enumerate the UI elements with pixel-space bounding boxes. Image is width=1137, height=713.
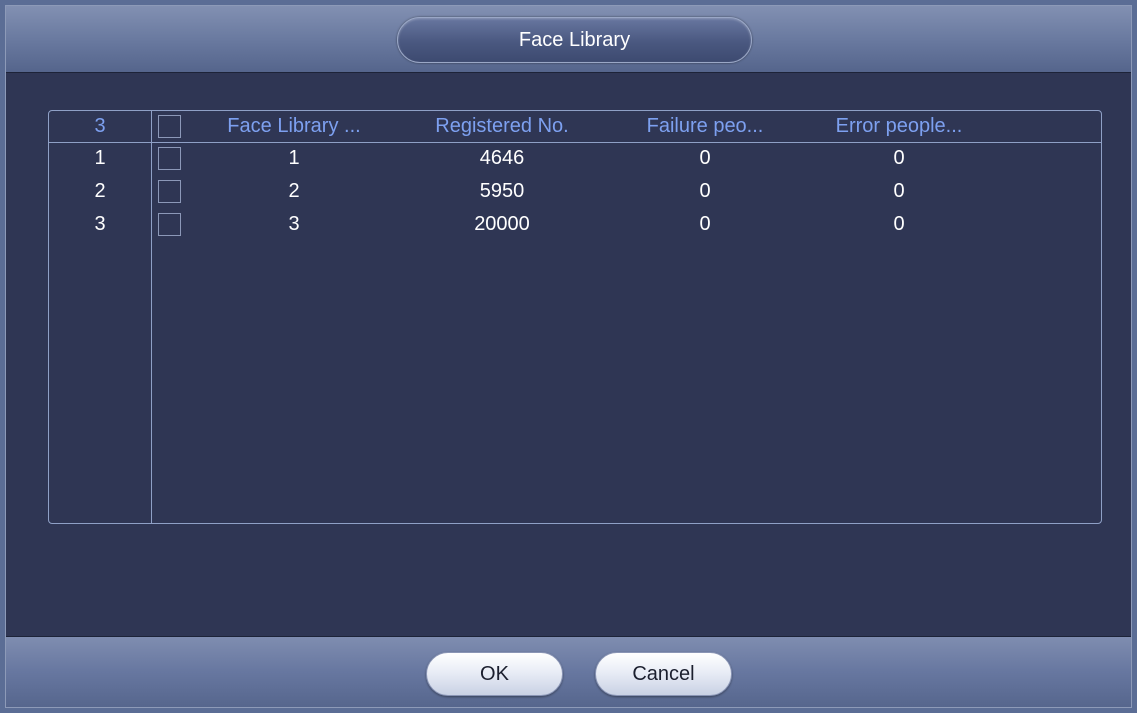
title-bar: Face Library [6,6,1131,73]
select-all-checkbox[interactable] [157,115,181,138]
button-bar: OK Cancel [6,636,1131,707]
row-select[interactable] [152,208,186,241]
table-row[interactable]: 2 2 5950 0 0 [49,175,1101,208]
row-registered-no: 4646 [479,147,525,169]
row-error-people: 0 [893,180,905,202]
header-face-library[interactable]: Face Library ... [199,111,389,142]
row-select[interactable] [152,175,186,208]
ok-button[interactable]: OK [426,652,563,696]
row-error-people: 0 [893,147,905,169]
header-count: 3 [94,115,106,137]
row-failure-people: 0 [699,180,711,202]
row-face-library: 2 [288,180,300,202]
row-checkbox[interactable] [157,180,181,203]
row-face-library: 1 [288,147,300,169]
dialog-title: Face Library [397,17,752,63]
header-failure-people[interactable]: Failure peo... [625,111,785,142]
face-library-dialog: Face Library 3 Face Library ... Register… [5,5,1132,708]
header-select-all[interactable] [152,111,186,142]
face-library-table: 3 Face Library ... Registered No. Failur… [48,110,1102,524]
row-index: 3 [94,213,106,235]
table-header: 3 Face Library ... Registered No. Failur… [49,111,1101,143]
row-checkbox[interactable] [157,213,181,236]
header-error-people[interactable]: Error people... [803,111,995,142]
row-registered-no: 20000 [474,213,530,235]
row-face-library: 3 [288,213,300,235]
row-error-people: 0 [893,213,905,235]
row-checkbox[interactable] [157,147,181,170]
row-registered-no: 5950 [479,180,525,202]
row-index: 2 [94,180,106,202]
row-index: 1 [94,147,106,169]
cancel-button[interactable]: Cancel [595,652,732,696]
row-failure-people: 0 [699,213,711,235]
header-registered-no[interactable]: Registered No. [405,111,599,142]
table-row[interactable]: 1 1 4646 0 0 [49,142,1101,175]
row-select[interactable] [152,142,186,175]
table-row[interactable]: 3 3 20000 0 0 [49,208,1101,241]
row-failure-people: 0 [699,147,711,169]
